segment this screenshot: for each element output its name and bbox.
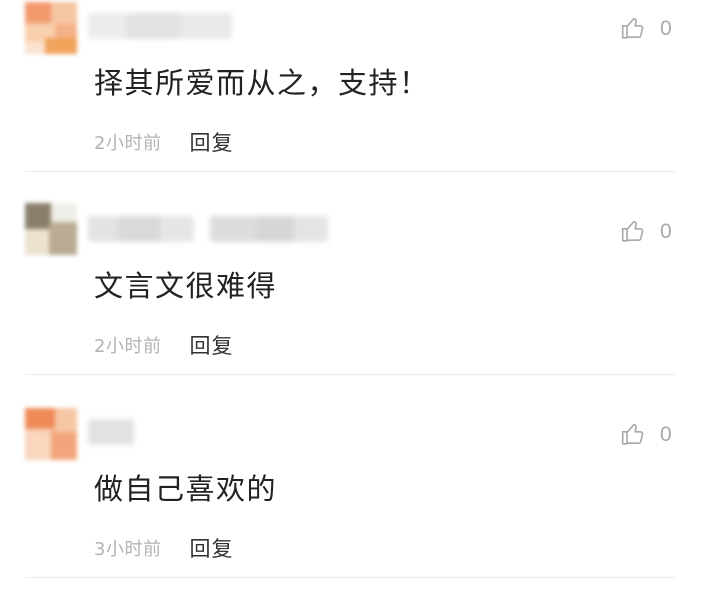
- comment-item: 0 做自己喜欢的 3小时前 回复: [0, 406, 704, 609]
- avatar[interactable]: [25, 408, 77, 460]
- comment-item: 0 文言文很难得 2小时前 回复: [0, 203, 704, 406]
- comment-time: 2小时前: [94, 336, 162, 357]
- like-count: 0: [660, 422, 672, 446]
- comment-meta: 2小时前 回复: [94, 330, 233, 360]
- like-button[interactable]: 0: [620, 12, 672, 44]
- comment-text: 做自己喜欢的: [94, 472, 278, 506]
- comment-item: 0 择其所爱而从之，支持！ 2小时前 回复: [0, 0, 704, 203]
- like-button[interactable]: 0: [620, 418, 672, 450]
- divider: [25, 577, 676, 578]
- comment-time: 3小时前: [94, 539, 162, 560]
- reply-button[interactable]: 回复: [189, 127, 233, 157]
- avatar[interactable]: [25, 2, 77, 54]
- like-button[interactable]: 0: [620, 215, 672, 247]
- reply-button[interactable]: 回复: [189, 330, 233, 360]
- thumbs-up-icon: [621, 423, 644, 445]
- reply-button[interactable]: 回复: [189, 533, 233, 563]
- thumbs-up-icon: [621, 17, 644, 39]
- avatar[interactable]: [25, 203, 77, 255]
- comment-text: 文言文很难得: [94, 269, 278, 303]
- comment-meta: 2小时前 回复: [94, 127, 233, 157]
- like-count: 0: [660, 16, 672, 40]
- comment-text: 择其所爱而从之，支持！: [94, 66, 430, 100]
- divider: [25, 374, 676, 375]
- like-count: 0: [660, 219, 672, 243]
- divider: [25, 171, 676, 172]
- comment-time: 2小时前: [94, 133, 162, 154]
- comment-meta: 3小时前 回复: [94, 533, 233, 563]
- thumbs-up-icon: [621, 220, 644, 242]
